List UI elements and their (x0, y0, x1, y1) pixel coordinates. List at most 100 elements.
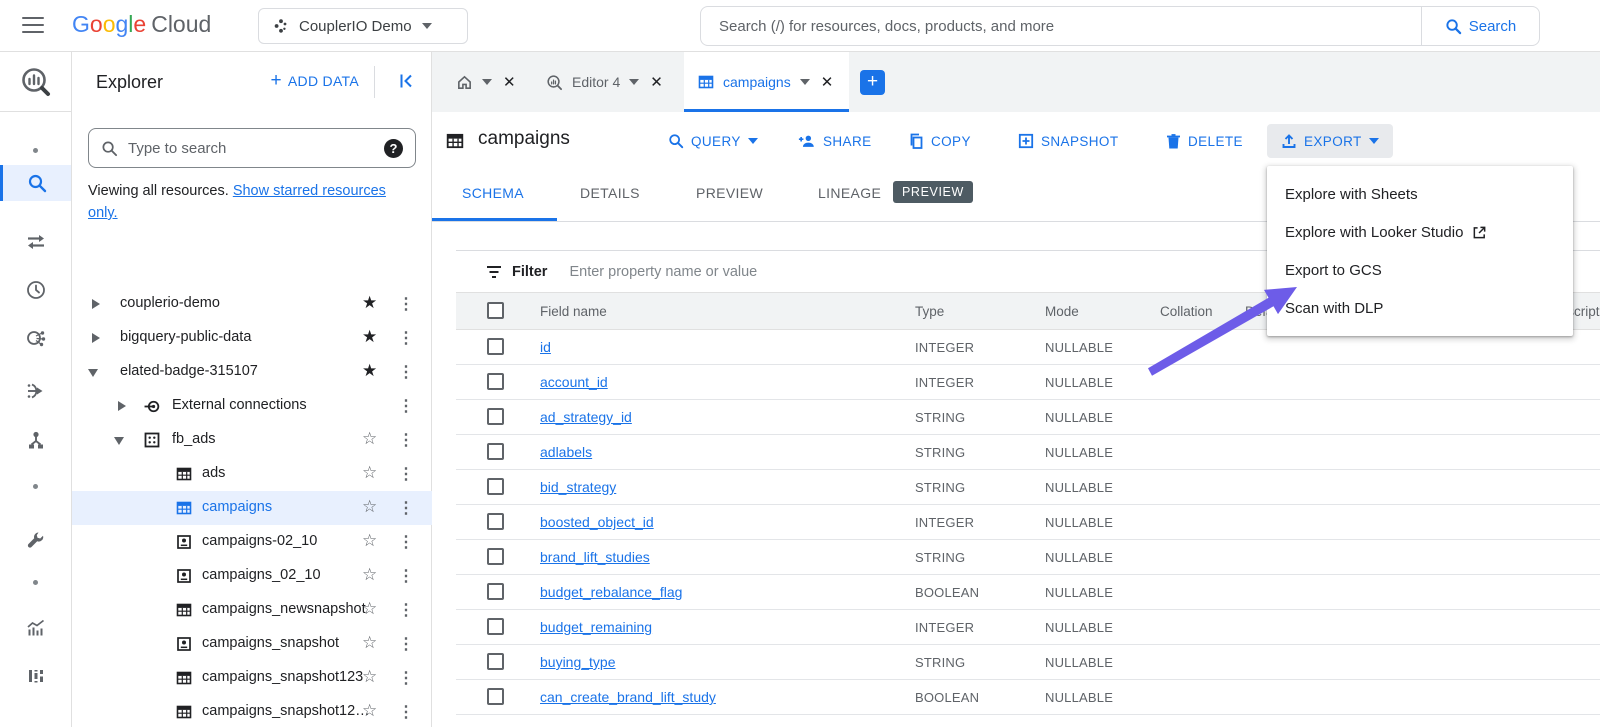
close-icon[interactable]: ✕ (819, 71, 836, 93)
tree-label[interactable]: External connections (172, 397, 307, 413)
menu-item-export-to-gcs[interactable]: Export to GCS (1267, 251, 1573, 289)
menu-item-scan-with-dlp[interactable]: Scan with DLP (1267, 289, 1573, 327)
field-name-link[interactable]: can_create_brand_lift_study (540, 689, 716, 705)
field-name-link[interactable]: buying_type (540, 654, 616, 670)
field-name-link[interactable]: adlabels (540, 444, 592, 460)
tab-schema[interactable]: SCHEMA (462, 185, 524, 201)
row-checkbox[interactable] (487, 583, 504, 600)
star-icon[interactable]: ☆ (362, 531, 377, 551)
select-all-checkbox[interactable] (487, 302, 504, 319)
row-checkbox[interactable] (487, 688, 504, 705)
rail-item-admin[interactable] (0, 522, 71, 558)
rail-item-monitoring[interactable] (0, 610, 71, 646)
tree-row-elated-badge-315107[interactable]: elated-badge-315107 ★ ⋮ (72, 355, 432, 389)
hamburger-menu-icon[interactable] (22, 17, 44, 35)
row-checkbox[interactable] (487, 338, 504, 355)
field-name-link[interactable]: id (540, 339, 551, 355)
tree-label[interactable]: elated-badge-315107 (120, 363, 258, 379)
project-selector[interactable]: CouplerIO Demo (258, 8, 468, 44)
row-checkbox[interactable] (487, 443, 504, 460)
share-button[interactable]: SHARE (790, 124, 880, 158)
kebab-menu-icon[interactable]: ⋮ (398, 532, 414, 552)
new-tab-button[interactable]: + (860, 70, 885, 95)
query-button[interactable]: QUERY (660, 124, 766, 158)
tree-row-couplerio-demo[interactable]: couplerio-demo ★ ⋮ (72, 287, 432, 321)
kebab-menu-icon[interactable]: ⋮ (398, 634, 414, 654)
tree-label[interactable]: campaigns_snapshot (202, 635, 339, 651)
kebab-menu-icon[interactable]: ⋮ (398, 566, 414, 586)
collapse-caret-icon[interactable] (114, 434, 126, 446)
tab-details[interactable]: DETAILS (580, 185, 640, 201)
search-button[interactable]: Search (1421, 7, 1539, 45)
tree-row-campaigns-snapshot12[interactable]: campaigns_snapshot12… ☆ ⋮ (72, 695, 432, 727)
row-checkbox[interactable] (487, 548, 504, 565)
row-checkbox[interactable] (487, 513, 504, 530)
tree-label[interactable]: campaigns_02_10 (202, 567, 321, 583)
star-icon[interactable]: ☆ (362, 701, 377, 721)
tree-label[interactable]: campaigns_snapshot12… (202, 703, 370, 719)
expand-caret-icon[interactable] (116, 400, 128, 412)
star-icon[interactable]: ☆ (362, 633, 377, 653)
close-icon[interactable]: ✕ (648, 71, 665, 93)
rail-item-data-transfers[interactable] (0, 224, 71, 260)
tab-lineage[interactable]: LINEAGE (818, 185, 881, 201)
tree-row-campaigns-02-10[interactable]: campaigns-02_10 ☆ ⋮ (72, 525, 432, 559)
tree-row-bigquery-public-data[interactable]: bigquery-public-data ★ ⋮ (72, 321, 432, 355)
help-icon[interactable]: ? (384, 138, 403, 158)
kebab-menu-icon[interactable]: ⋮ (398, 668, 414, 688)
tree-label[interactable]: couplerio-demo (120, 295, 220, 311)
tree-row-fb-ads[interactable]: fb_ads ☆ ⋮ (72, 423, 432, 457)
chevron-down-icon[interactable] (799, 79, 810, 85)
field-name-link[interactable]: boosted_object_id (540, 514, 654, 530)
tree-row-campaigns[interactable]: campaigns ☆ ⋮ (72, 491, 432, 525)
star-icon[interactable]: ★ (362, 361, 377, 381)
tab-campaigns[interactable]: campaigns ✕ (684, 52, 850, 112)
kebab-menu-icon[interactable]: ⋮ (398, 702, 414, 722)
row-checkbox[interactable] (487, 408, 504, 425)
tree-label[interactable]: fb_ads (172, 431, 216, 447)
field-name-link[interactable]: bid_strategy (540, 479, 616, 495)
tab-preview[interactable]: PREVIEW (696, 185, 763, 201)
star-icon[interactable]: ★ (362, 293, 377, 313)
row-checkbox[interactable] (487, 373, 504, 390)
collapse-caret-icon[interactable] (88, 366, 100, 378)
snapshot-button[interactable]: SNAPSHOT (1010, 124, 1126, 158)
kebab-menu-icon[interactable]: ⋮ (398, 362, 414, 382)
menu-item-explore-with-sheets[interactable]: Explore with Sheets (1267, 175, 1573, 213)
field-name-link[interactable]: account_id (540, 374, 608, 390)
field-name-link[interactable]: ad_strategy_id (540, 409, 632, 425)
star-icon[interactable]: ★ (362, 327, 377, 347)
explorer-search-input[interactable] (128, 139, 374, 157)
kebab-menu-icon[interactable]: ⋮ (398, 328, 414, 348)
collapse-panel-icon[interactable] (397, 72, 415, 90)
field-name-link[interactable]: budget_remaining (540, 619, 652, 635)
tree-label[interactable]: campaigns_newsnapshot (202, 601, 366, 617)
delete-button[interactable]: DELETE (1158, 124, 1251, 158)
rail-item-governance[interactable] (0, 422, 71, 458)
tree-label[interactable]: campaigns_snapshot123 (202, 669, 363, 685)
export-button[interactable]: EXPORT (1267, 124, 1393, 158)
tree-row-campaigns-02-10-b[interactable]: campaigns_02_10 ☆ ⋮ (72, 559, 432, 593)
star-icon[interactable]: ☆ (362, 497, 377, 517)
tree-row-ads[interactable]: ads ☆ ⋮ (72, 457, 432, 491)
tab-home[interactable]: ✕ (442, 52, 532, 112)
rail-item-scheduled-queries[interactable] (0, 272, 71, 308)
star-icon[interactable]: ☆ (362, 599, 377, 619)
kebab-menu-icon[interactable]: ⋮ (398, 498, 414, 518)
kebab-menu-icon[interactable]: ⋮ (398, 464, 414, 484)
chevron-down-icon[interactable] (482, 79, 492, 85)
tree-label[interactable]: ads (202, 465, 225, 481)
global-search-input[interactable] (701, 17, 1421, 35)
rail-item-capacity[interactable] (0, 658, 71, 694)
kebab-menu-icon[interactable]: ⋮ (398, 430, 414, 450)
tree-row-campaigns-snapshot[interactable]: campaigns_snapshot ☆ ⋮ (72, 627, 432, 661)
field-name-link[interactable]: brand_lift_studies (540, 549, 650, 565)
tree-row-external-connections[interactable]: External connections ⋮ (72, 389, 432, 423)
rail-item-search[interactable] (0, 165, 71, 201)
kebab-menu-icon[interactable]: ⋮ (398, 396, 414, 416)
kebab-menu-icon[interactable]: ⋮ (398, 294, 414, 314)
tab-editor-4[interactable]: Editor 4 ✕ (532, 52, 679, 112)
close-icon[interactable]: ✕ (501, 71, 518, 93)
add-data-button[interactable]: + ADD DATA (270, 70, 359, 92)
star-icon[interactable]: ☆ (362, 667, 377, 687)
